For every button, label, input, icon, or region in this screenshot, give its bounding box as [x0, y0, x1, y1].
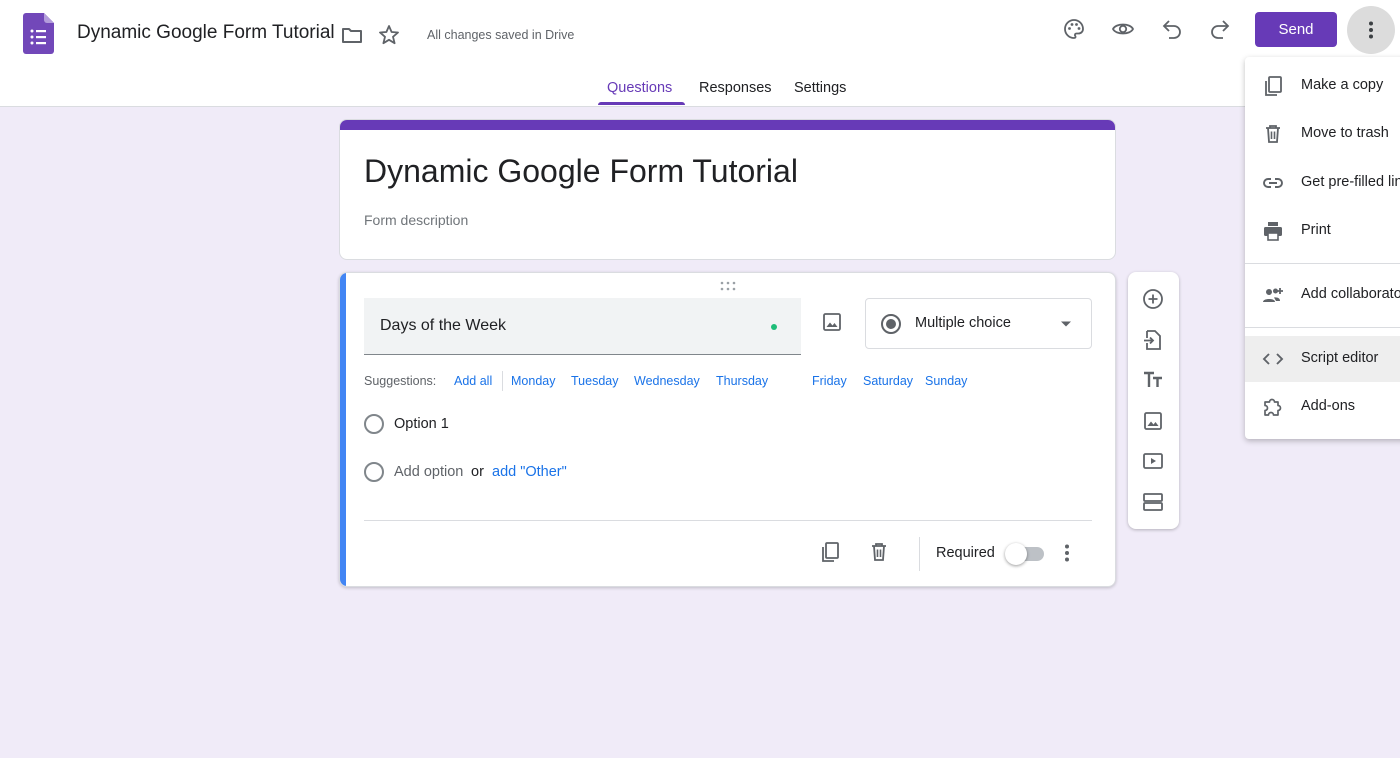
title-card-accent-bar — [340, 120, 1115, 130]
undo-icon[interactable] — [1159, 16, 1185, 42]
palette-icon[interactable] — [1061, 16, 1087, 42]
add-option-radio — [364, 462, 384, 482]
menu-item-add-ons[interactable]: Add-ons — [1245, 384, 1400, 430]
suggestion-saturday[interactable]: Saturday — [863, 374, 913, 388]
add-image-icon[interactable] — [820, 310, 844, 334]
form-title-card: Dynamic Google Form Tutorial Form descri… — [339, 119, 1116, 260]
question-footer-divider — [364, 520, 1092, 521]
copy-icon — [1261, 74, 1285, 98]
print-icon — [1261, 219, 1285, 243]
form-description-input[interactable]: Form description — [364, 212, 468, 228]
add-people-icon — [1261, 283, 1285, 307]
add-question-icon[interactable] — [1141, 287, 1165, 311]
menu-item-print[interactable]: Print — [1245, 208, 1400, 254]
redo-icon[interactable] — [1207, 16, 1233, 42]
form-tabs: Questions Responses Settings — [0, 60, 1400, 107]
tab-responses[interactable]: Responses — [699, 80, 772, 96]
menu-item-label: Add-ons — [1301, 398, 1356, 414]
menu-item-label: Get pre-filled link — [1301, 174, 1400, 190]
add-section-icon[interactable] — [1141, 490, 1165, 514]
menu-item-make-copy[interactable]: Make a copy — [1245, 63, 1400, 109]
add-title-text-icon[interactable] — [1141, 368, 1165, 392]
option-1-input[interactable]: Option 1 — [394, 416, 449, 432]
footer-vertical-divider — [919, 537, 920, 571]
radio-button-icon — [880, 313, 902, 335]
drag-handle-icon[interactable] — [720, 281, 736, 291]
forms-logo-icon[interactable] — [23, 13, 54, 54]
document-title[interactable]: Dynamic Google Form Tutorial — [77, 22, 335, 44]
active-tab-indicator — [598, 102, 685, 105]
preview-eye-icon[interactable] — [1110, 16, 1136, 42]
suggestion-wednesday[interactable]: Wednesday — [634, 374, 700, 388]
import-questions-icon[interactable] — [1141, 328, 1165, 352]
duplicate-icon[interactable] — [818, 540, 842, 564]
status-dot — [771, 324, 777, 330]
suggestion-thursday[interactable]: Thursday — [716, 374, 768, 388]
send-button[interactable]: Send — [1255, 12, 1337, 47]
required-toggle-knob[interactable] — [1005, 543, 1027, 565]
menu-item-script-editor[interactable]: Script editor — [1245, 336, 1400, 382]
menu-item-label: Add collaborators — [1301, 286, 1400, 302]
question-card[interactable]: Days of the Week Multiple choice Suggest… — [339, 272, 1116, 587]
question-toolbar — [1128, 272, 1179, 529]
menu-separator — [1245, 327, 1400, 328]
question-type-label: Multiple choice — [915, 315, 1011, 331]
suggestions-divider — [502, 371, 503, 391]
menu-item-add-collaborators[interactable]: Add collaborators — [1245, 272, 1400, 318]
folder-icon[interactable] — [339, 22, 365, 48]
add-other-link[interactable]: add "Other" — [492, 464, 567, 480]
menu-item-move-to-trash[interactable]: Move to trash — [1245, 111, 1400, 157]
question-title-input[interactable]: Days of the Week — [364, 298, 801, 355]
suggestion-friday[interactable]: Friday — [812, 374, 847, 388]
required-label: Required — [936, 545, 995, 561]
menu-item-prefilled-link[interactable]: Get pre-filled link — [1245, 160, 1400, 206]
question-type-select[interactable]: Multiple choice — [865, 298, 1092, 349]
question-more-icon[interactable] — [1058, 541, 1076, 565]
code-icon — [1261, 347, 1285, 371]
more-vert-icon — [1369, 21, 1373, 39]
question-focus-bar — [340, 273, 346, 586]
more-options-button[interactable] — [1347, 6, 1395, 54]
menu-separator — [1245, 263, 1400, 264]
add-image-toolbar-icon[interactable] — [1141, 409, 1165, 433]
save-status: All changes saved in Drive — [427, 28, 575, 42]
menu-item-label: Move to trash — [1301, 125, 1389, 141]
more-options-menu: Make a copy Move to trash Get pre-filled… — [1245, 57, 1400, 439]
form-title[interactable]: Dynamic Google Form Tutorial — [364, 153, 798, 190]
option-radio — [364, 414, 384, 434]
app-header: Dynamic Google Form Tutorial All changes… — [0, 0, 1400, 107]
add-option-input[interactable]: Add option — [394, 464, 463, 480]
suggestion-add-all[interactable]: Add all — [454, 374, 492, 388]
question-title-text: Days of the Week — [380, 317, 506, 334]
star-icon[interactable] — [376, 22, 402, 48]
tab-questions[interactable]: Questions — [607, 80, 672, 96]
or-text: or — [471, 464, 484, 480]
menu-item-label: Script editor — [1301, 350, 1379, 366]
menu-item-label: Make a copy — [1301, 77, 1384, 93]
dropdown-caret-icon — [1060, 320, 1072, 328]
trash-icon — [1261, 122, 1285, 146]
menu-item-label: Print — [1301, 222, 1331, 238]
puzzle-icon — [1261, 395, 1285, 419]
delete-icon[interactable] — [867, 540, 891, 564]
tab-settings[interactable]: Settings — [794, 80, 846, 96]
add-video-icon[interactable] — [1141, 449, 1165, 473]
link-icon — [1261, 171, 1285, 195]
suggestion-monday[interactable]: Monday — [511, 374, 555, 388]
suggestions-label: Suggestions: — [364, 374, 437, 388]
suggestion-sunday[interactable]: Sunday — [925, 374, 967, 388]
suggestion-tuesday[interactable]: Tuesday — [571, 374, 618, 388]
